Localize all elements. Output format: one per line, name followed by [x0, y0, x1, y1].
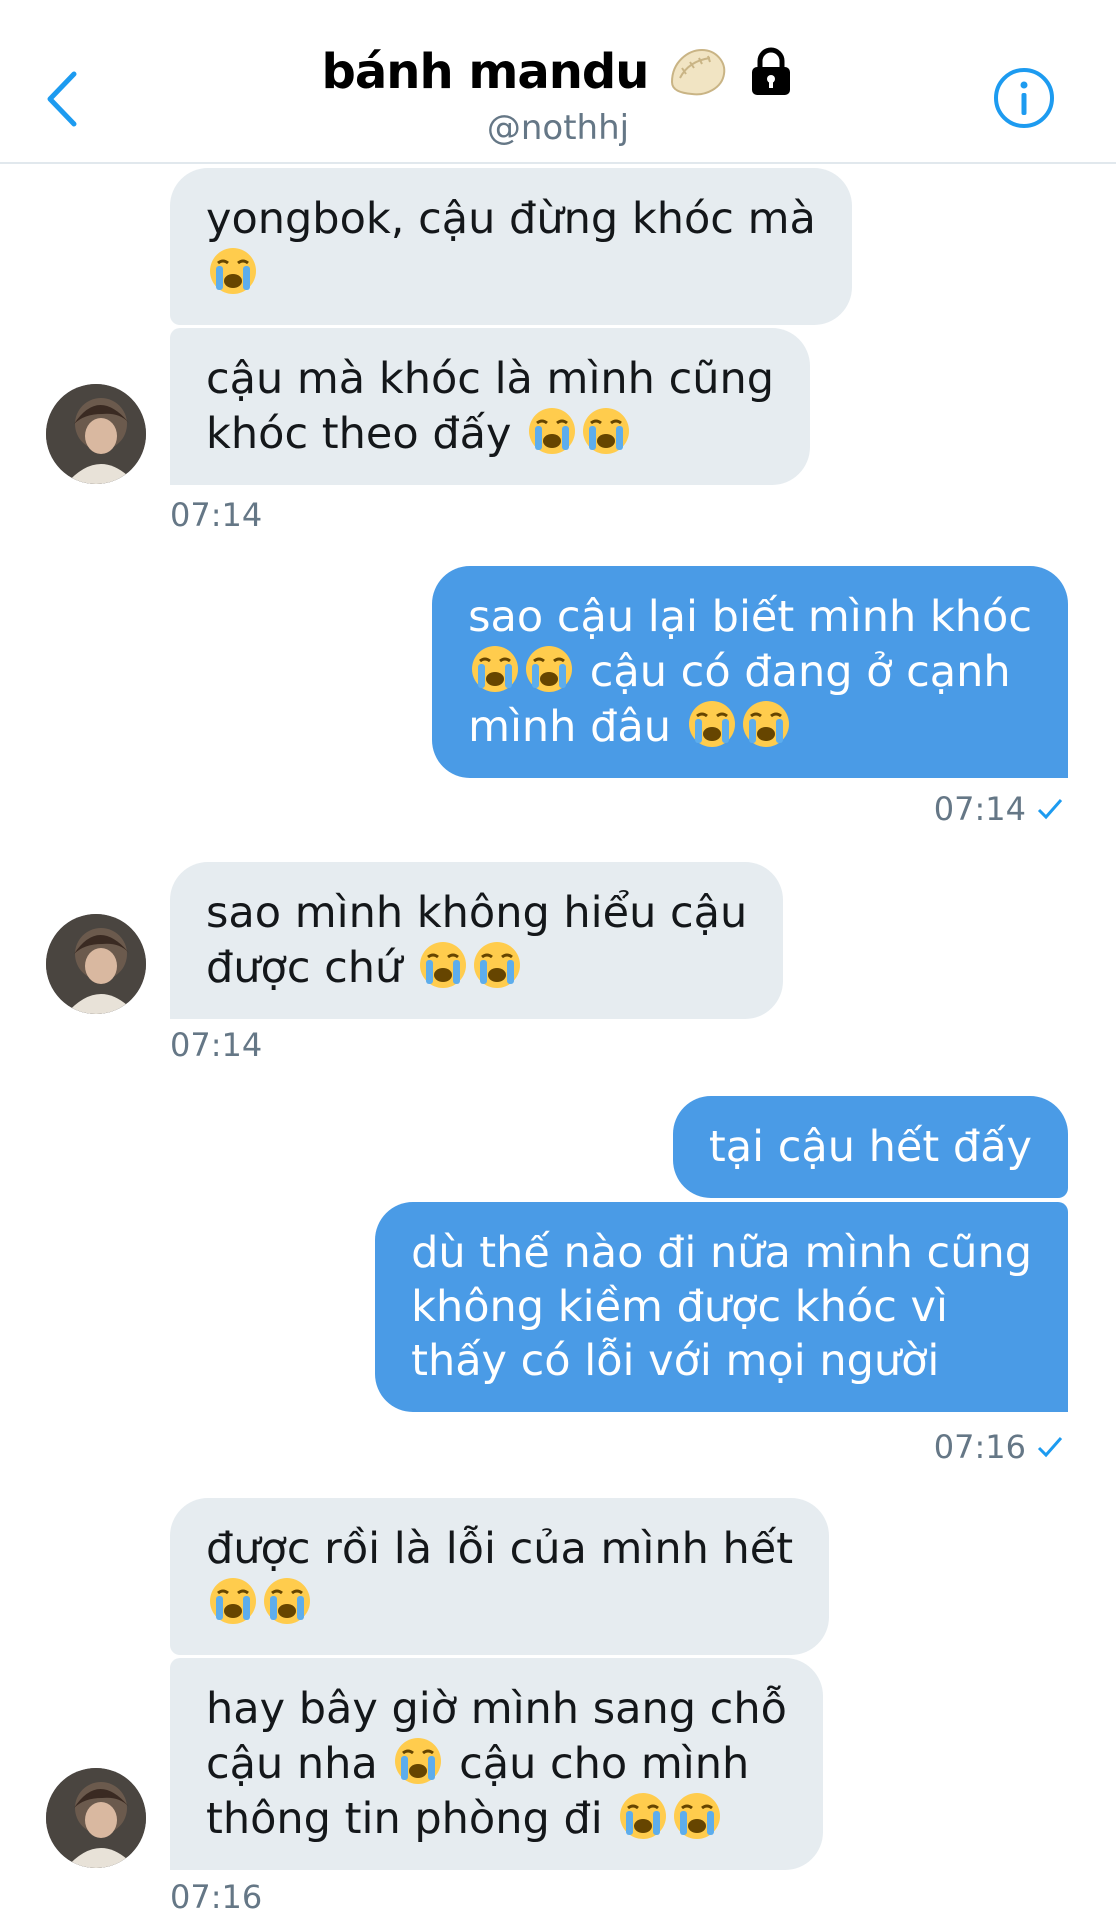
sent-check-icon [1037, 799, 1063, 820]
loudly-crying-emoji-icon [527, 406, 577, 456]
message-timestamp: 07:14 [170, 496, 263, 534]
message-text: được rồi là lỗi của mình hết [206, 1524, 794, 1574]
avatar[interactable] [46, 384, 146, 484]
message-list[interactable]: yongbok, cậu đừng khóc mà cậu mà khóc là… [0, 0, 1116, 1920]
loudly-crying-emoji-icon [672, 1791, 722, 1841]
message-text: tại cậu hết đấy [708, 1122, 1032, 1172]
message-bubble-outgoing[interactable]: sao cậu lại biết mình khóc cậu có đang ở… [432, 566, 1068, 778]
message-bubble-outgoing[interactable]: dù thế nào đi nữa mình cũng không kiềm đ… [375, 1202, 1068, 1412]
loudly-crying-emoji-icon [472, 940, 522, 990]
message-timestamp-row: 07:16 [934, 1428, 1064, 1466]
message-bubble-outgoing[interactable]: tại cậu hết đấy [672, 1096, 1068, 1198]
message-text: thông tin phòng đi [206, 1794, 603, 1844]
message-timestamp: 07:14 [933, 790, 1026, 828]
loudly-crying-emoji-icon [524, 644, 574, 694]
loudly-crying-emoji-icon [208, 246, 258, 296]
message-text: mình đâu [468, 702, 671, 752]
loudly-crying-emoji-icon [418, 940, 468, 990]
avatar[interactable] [46, 1768, 146, 1868]
message-bubble-incoming[interactable]: cậu mà khóc là mình cũng khóc theo đấy [170, 328, 811, 485]
loudly-crying-emoji-icon [618, 1791, 668, 1841]
loudly-crying-emoji-icon [741, 699, 791, 749]
message-text: dù thế nào đi nữa mình cũng [411, 1228, 1032, 1278]
loudly-crying-emoji-icon [393, 1736, 443, 1786]
loudly-crying-emoji-icon [581, 406, 631, 456]
loudly-crying-emoji-icon [687, 699, 737, 749]
message-bubble-incoming[interactable]: được rồi là lỗi của mình hết [170, 1498, 830, 1655]
message-text: sao mình không hiểu cậu [206, 888, 748, 938]
message-bubble-incoming[interactable]: yongbok, cậu đừng khóc mà [170, 168, 852, 325]
loudly-crying-emoji-icon [262, 1576, 312, 1626]
message-text: thấy có lỗi với mọi người [411, 1336, 940, 1386]
loudly-crying-emoji-icon [208, 1576, 258, 1626]
message-bubble-incoming[interactable]: hay bây giờ mình sang chỗ cậu nha cậu ch… [170, 1658, 823, 1870]
message-timestamp-row: 07:14 [934, 790, 1064, 828]
message-bubble-incoming[interactable]: sao mình không hiểu cậu được chứ [170, 862, 784, 1019]
message-text: cậu cho mình [459, 1739, 750, 1789]
loudly-crying-emoji-icon [470, 644, 520, 694]
message-timestamp: 07:16 [933, 1428, 1026, 1466]
message-text: yongbok, cậu đừng khóc mà [206, 194, 816, 244]
avatar[interactable] [46, 914, 146, 1014]
message-timestamp: 07:16 [170, 1878, 263, 1916]
message-text: không kiềm được khóc vì [411, 1282, 948, 1332]
message-text: cậu mà khóc là mình cũng [206, 354, 775, 404]
message-text: được chứ [206, 943, 403, 993]
message-text: khóc theo đấy [206, 409, 512, 459]
message-text: hay bây giờ mình sang chỗ [206, 1684, 787, 1734]
message-text: cậu có đang ở cạnh [589, 647, 1011, 697]
sent-check-icon [1037, 1437, 1063, 1458]
message-text: sao cậu lại biết mình khóc [468, 592, 1032, 642]
message-timestamp: 07:14 [170, 1026, 263, 1064]
message-text: cậu nha [206, 1739, 378, 1789]
